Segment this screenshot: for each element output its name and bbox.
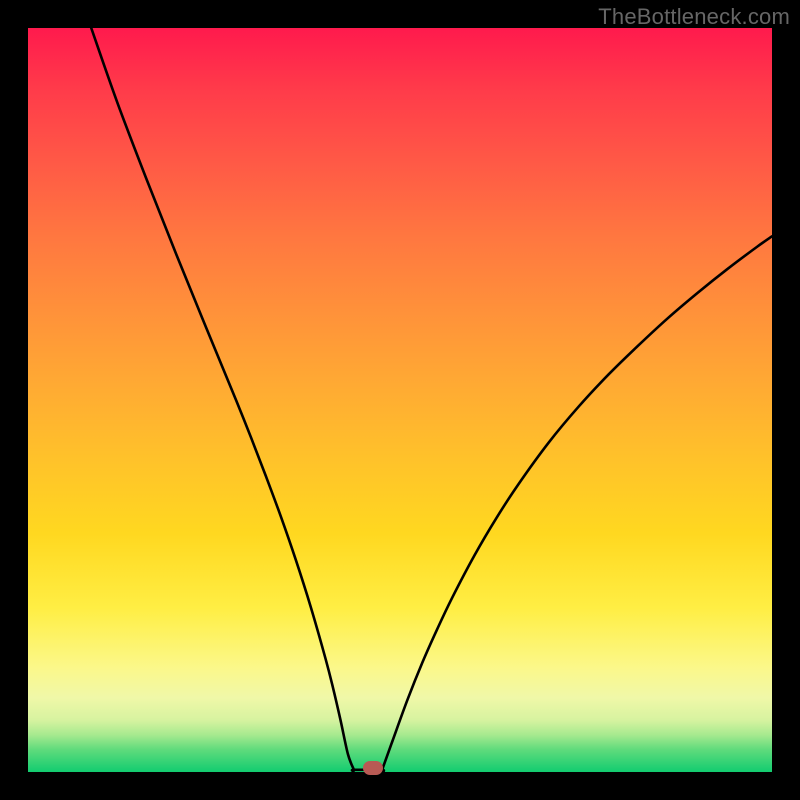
optimum-marker <box>363 761 383 775</box>
plot-area <box>28 28 772 772</box>
watermark-text: TheBottleneck.com <box>598 4 790 30</box>
chart-frame: TheBottleneck.com <box>0 0 800 800</box>
bottleneck-curve <box>28 28 772 772</box>
